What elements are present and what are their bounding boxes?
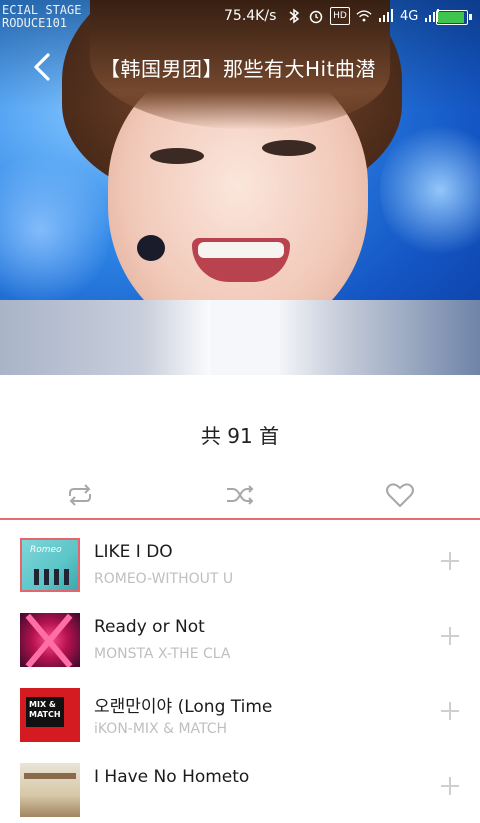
song-row[interactable]: Ready or Not MONSTA X-THE CLA	[0, 598, 480, 673]
song-title: Ready or Not	[94, 617, 205, 637]
plus-icon	[441, 627, 459, 645]
status-bar: ECIAL STAGE RODUCE101 75.4K/s HD 4G	[0, 0, 480, 34]
album-cover: Romeo	[20, 538, 80, 592]
add-song-button[interactable]	[436, 547, 464, 575]
repeat-icon	[69, 484, 91, 506]
add-song-button[interactable]	[436, 772, 464, 800]
signal-icon	[378, 8, 394, 24]
shuffle-icon	[227, 485, 254, 505]
song-list: Romeo LIKE I DO ROMEO-WITHOUT U Ready or…	[0, 523, 480, 823]
song-row[interactable]: Romeo LIKE I DO ROMEO-WITHOUT U	[0, 523, 480, 598]
song-row[interactable]: I Have No Hometo	[0, 748, 480, 823]
action-row	[0, 474, 480, 514]
accent-divider	[0, 518, 480, 520]
album-cover	[20, 613, 80, 667]
status-overlay-text: ECIAL STAGE RODUCE101	[2, 3, 82, 30]
hd-voice-icon: HD	[330, 7, 350, 25]
plus-icon	[441, 777, 459, 795]
add-song-button[interactable]	[436, 622, 464, 650]
wifi-icon	[356, 8, 372, 24]
network-type: 4G	[400, 8, 419, 24]
chevron-left-icon	[34, 53, 50, 81]
page-title: 【韩国男团】那些有大Hit曲潜	[100, 57, 376, 81]
add-song-button[interactable]	[436, 697, 464, 725]
alarm-icon	[308, 8, 324, 24]
album-cover	[20, 763, 80, 817]
back-button[interactable]	[28, 50, 58, 84]
battery-icon	[436, 10, 472, 25]
repeat-button[interactable]	[64, 480, 96, 510]
shuffle-button[interactable]	[224, 480, 256, 510]
plus-icon	[441, 702, 459, 720]
song-artist: ROMEO-WITHOUT U	[94, 571, 234, 587]
song-title: I Have No Hometo	[94, 767, 250, 787]
song-title: 오랜만이야 (Long Time	[94, 697, 273, 717]
heart-icon	[386, 483, 414, 507]
plus-icon	[441, 552, 459, 570]
song-row[interactable]: MIX & MATCH 오랜만이야 (Long Time iKON-MIX & …	[0, 673, 480, 748]
like-button[interactable]	[384, 480, 416, 510]
net-speed: 75.4K/s	[224, 8, 277, 24]
bluetooth-icon	[286, 8, 302, 24]
song-title: LIKE I DO	[94, 542, 173, 562]
song-artist: iKON-MIX & MATCH	[94, 721, 228, 737]
album-cover: MIX & MATCH	[20, 688, 80, 742]
song-count: 共 91 首	[200, 424, 280, 448]
song-artist: MONSTA X-THE CLA	[94, 646, 231, 662]
